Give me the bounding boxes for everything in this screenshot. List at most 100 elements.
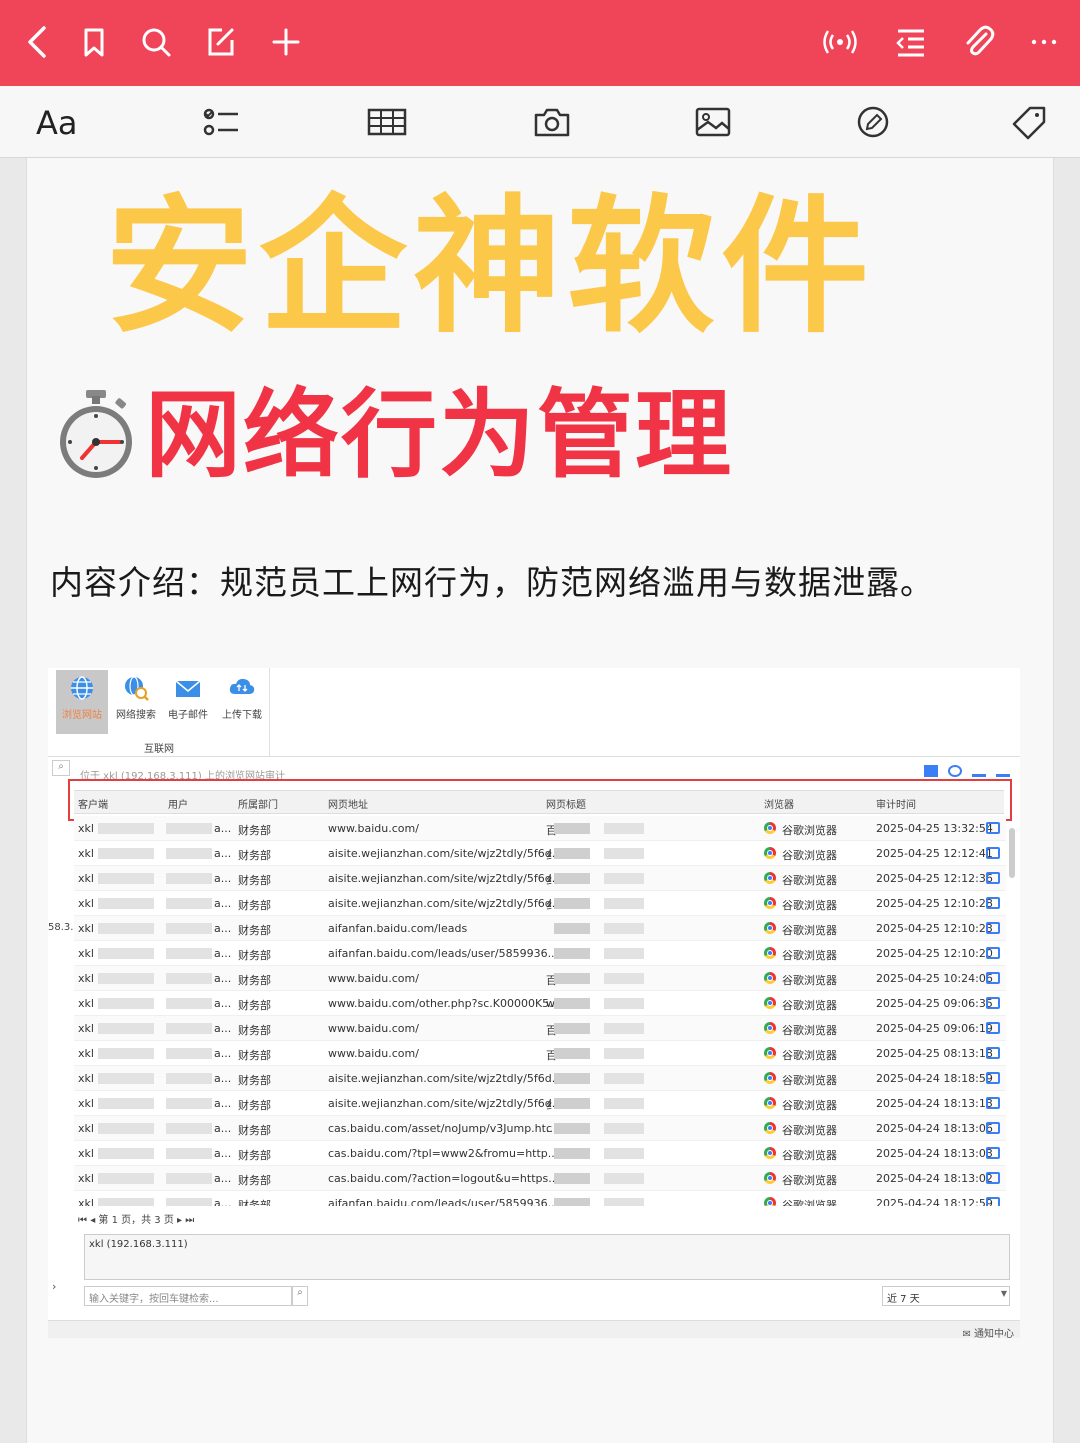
prev-page-icon[interactable]: ◂ (90, 1215, 95, 1226)
table-row[interactable]: xkl a... 财务部 aifanfan.baidu.com/leads/user/… (74, 1191, 1006, 1206)
table-row[interactable]: xkl a... 财务部 www.baidu.com/百谷歌浏览器 2025-04-25… (74, 1016, 1006, 1041)
last-page-icon[interactable]: ⏭ (185, 1215, 194, 1226)
cell-browser: 谷歌浏览器 (782, 849, 837, 862)
ribbon-web-search[interactable]: 网络搜索 (110, 670, 162, 734)
keyword-search-input[interactable]: 输入关键字，按回车键检索... (84, 1286, 292, 1306)
monitor-icon[interactable] (986, 1097, 1000, 1109)
outline-icon[interactable] (890, 22, 930, 62)
audit-table: xkl a... 财务部 www.baidu.com/百谷歌浏览器 2025-04-25… (74, 816, 1012, 1206)
cell-dept: 财务部 (238, 1149, 271, 1162)
cell-dept: 财务部 (238, 874, 271, 887)
side-search-icon[interactable]: ⌕ (52, 760, 70, 776)
redacted-block (166, 823, 212, 834)
chrome-icon (764, 1172, 776, 1184)
stopwatch-icon (56, 388, 136, 484)
back-icon[interactable] (18, 22, 58, 62)
ribbon-upload-download[interactable]: 上传下载 (216, 670, 268, 734)
table-row[interactable]: xkl a... 财务部 cas.baidu.com/?tpl=www2&fromu=… (74, 1141, 1006, 1166)
table-row[interactable]: xkl a... 财务部 www.baidu.com/other.php?sc.K00… (74, 991, 1006, 1016)
table-row[interactable]: xkl a... 财务部 aisite.wejianzhan.com/site/wjz… (74, 866, 1006, 891)
redacted-block (554, 1198, 590, 1206)
redacted-block (604, 1198, 644, 1206)
redacted-block (166, 1073, 212, 1084)
monitor-icon[interactable] (986, 922, 1000, 934)
cell-client: xkl (78, 1072, 94, 1085)
monitor-icon[interactable] (986, 1047, 1000, 1059)
broadcast-icon[interactable] (820, 22, 860, 62)
monitor-icon[interactable] (986, 972, 1000, 984)
monitor-icon[interactable] (986, 847, 1000, 859)
chrome-icon (764, 897, 776, 909)
checklist-icon[interactable] (200, 102, 242, 142)
more-icon[interactable] (1024, 22, 1064, 62)
table-row[interactable]: xkl a... 财务部 aisite.wejianzhan.com/site/wjz… (74, 1091, 1006, 1116)
monitor-icon[interactable] (986, 947, 1000, 959)
expand-arrow-icon[interactable]: › (52, 1280, 56, 1293)
bookmark-icon[interactable] (74, 22, 114, 62)
monitor-icon[interactable] (986, 997, 1000, 1009)
redacted-block (166, 1148, 212, 1159)
left-ip-fragment: 58.3. (48, 922, 74, 933)
redacted-block (554, 948, 590, 959)
attach-icon[interactable] (958, 22, 998, 62)
table-row[interactable]: xkl a... 财务部 aisite.wejianzhan.com/site/wjz… (74, 841, 1006, 866)
cell-dept: 财务部 (238, 1099, 271, 1112)
ribbon-email[interactable]: 电子邮件 (162, 670, 214, 734)
table-row[interactable]: xkl a... 财务部 aisite.wejianzhan.com/site/wjz… (74, 891, 1006, 916)
table-row[interactable]: xkl a... 财务部 www.baidu.com/百谷歌浏览器 2025-04-25… (74, 1041, 1006, 1066)
monitor-icon[interactable] (986, 872, 1000, 884)
ribbon-browse-websites[interactable]: 浏览网站 (56, 670, 108, 734)
monitor-icon[interactable] (986, 1172, 1000, 1184)
download-icon[interactable] (972, 765, 986, 777)
edit-icon[interactable] (200, 22, 240, 62)
table-row[interactable]: xkl a... 财务部 aifanfan.baidu.com/leads/user/… (74, 941, 1006, 966)
redacted-block (604, 1048, 644, 1059)
ribbon-upload-label: 上传下载 (222, 710, 262, 721)
add-icon[interactable] (266, 22, 306, 62)
cell-url: aisite.wejianzhan.com/site/wjz2tdly/5f6d… (328, 847, 563, 860)
cell-client: xkl (78, 997, 94, 1010)
table-row[interactable]: xkl a... 财务部 cas.baidu.com/asset/noJump/v3J… (74, 1116, 1006, 1141)
cell-time: 2025-04-24 18:18:59 (876, 1072, 993, 1085)
globe-icon (71, 676, 93, 700)
image-icon[interactable] (692, 102, 734, 142)
cell-user: a... (214, 1172, 232, 1185)
monitor-icon[interactable] (986, 1022, 1000, 1034)
monitor-icon[interactable] (986, 1197, 1000, 1206)
cell-user: a... (214, 1072, 232, 1085)
notification-center[interactable]: ✉ 通知中心 (962, 1325, 1014, 1340)
cell-user: a... (214, 822, 232, 835)
next-page-icon[interactable]: ▸ (177, 1215, 182, 1226)
sketch-icon[interactable] (852, 102, 894, 142)
camera-icon[interactable] (531, 102, 573, 142)
cell-url: cas.baidu.com/?action=logout&u=https... (328, 1172, 559, 1185)
refresh-icon[interactable] (948, 765, 962, 777)
table-row[interactable]: xkl a... 财务部 cas.baidu.com/?action=logout&u… (74, 1166, 1006, 1191)
cell-time: 2025-04-25 12:10:23 (876, 922, 993, 935)
table-row[interactable]: xkl a... 财务部 aisite.wejianzhan.com/site/wjz… (74, 1066, 1006, 1091)
cell-dept: 财务部 (238, 1199, 271, 1206)
search-icon[interactable] (136, 22, 176, 62)
monitor-icon[interactable] (986, 1147, 1000, 1159)
export-icon[interactable] (924, 765, 938, 777)
table-scrollbar[interactable] (1008, 816, 1016, 1206)
redacted-block (166, 1023, 212, 1034)
cell-client: xkl (78, 1122, 94, 1135)
download-all-icon[interactable] (996, 765, 1010, 777)
keyword-search-button[interactable]: ⌕ (292, 1286, 308, 1306)
font-format-button[interactable]: Aa (36, 104, 78, 142)
table-row[interactable]: xkl a... 财务部 aifanfan.baidu.com/leads 谷歌浏览器 2… (74, 916, 1006, 941)
date-range-select[interactable]: 近 7 天 ▼ (882, 1286, 1010, 1306)
cell-browser: 谷歌浏览器 (782, 1149, 837, 1162)
first-page-icon[interactable]: ⏮ (78, 1215, 87, 1226)
monitor-icon[interactable] (986, 1122, 1000, 1134)
table-row[interactable]: xkl a... 财务部 www.baidu.com/百谷歌浏览器 2025-04-25… (74, 966, 1006, 991)
monitor-icon[interactable] (986, 897, 1000, 909)
monitor-icon[interactable] (986, 822, 1000, 834)
table-icon[interactable] (366, 102, 408, 142)
chrome-icon (764, 1072, 776, 1084)
monitor-icon[interactable] (986, 1072, 1000, 1084)
redacted-block (98, 848, 154, 859)
table-row[interactable]: xkl a... 财务部 www.baidu.com/百谷歌浏览器 2025-04-25… (74, 816, 1006, 841)
tag-icon[interactable] (1008, 102, 1050, 142)
